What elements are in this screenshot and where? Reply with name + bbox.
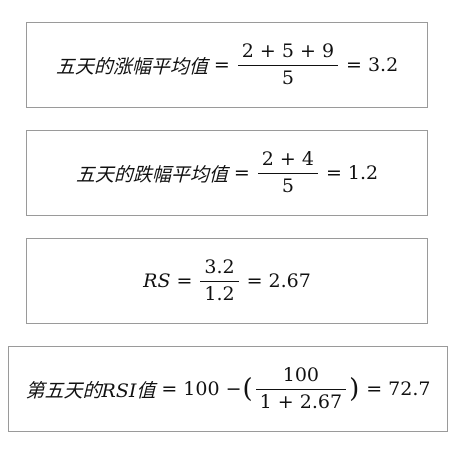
formula-rsi: 第五天的RSI值 = 100 − ( 100 1 + 2.67 ) = 72.7 [25,363,431,414]
fraction: 100 1 + 2.67 [255,363,347,414]
equals-sign: = [325,162,342,184]
equals-sign: = [246,270,263,292]
formula-label: 五天的涨幅平均值 [55,55,208,78]
formula-box-loss-average: 五天的跌幅平均值 = 2 + 4 5 = 1.2 [26,130,428,216]
formula-label: 第五天的RSI值 [25,379,156,402]
formula-gain-average: 五天的涨幅平均值 = 2 + 5 + 9 5 = 3.2 [55,39,399,90]
fraction: 3.2 1.2 [200,255,239,306]
open-parenthesis: ( [242,374,253,404]
equals-sign: = [346,54,362,76]
formula-box-rs: RS = 3.2 1.2 = 2.67 [26,238,428,324]
formula-label: 五天的跌幅平均值 [75,163,228,186]
fraction-denominator: 1.2 [200,280,239,306]
equals-sign: = [161,378,178,400]
fraction: 2 + 5 + 9 5 [237,39,339,90]
fraction-numerator: 100 [282,363,319,386]
fraction-denominator: 1 + 2.67 [255,388,347,414]
equals-sign: = [176,270,193,292]
fraction: 2 + 4 5 [257,147,318,198]
equals-sign: = [213,54,230,76]
formula-rs: RS = 3.2 1.2 = 2.67 [143,255,311,306]
formula-box-gain-average: 五天的涨幅平均值 = 2 + 5 + 9 5 = 3.2 [26,22,428,108]
formula-result: 1.2 [347,162,379,184]
close-parenthesis: ) [349,374,360,404]
formula-result: 72.7 [388,378,431,400]
formula-result: 3.2 [367,54,399,76]
fraction-denominator: 5 [257,172,318,198]
equals-sign: = [233,162,250,184]
fraction-denominator: 5 [237,64,339,90]
equals-sign: = [366,378,383,400]
formula-prefix: 100 − [183,378,242,400]
formula-label: RS [143,270,171,292]
fraction-numerator: 2 + 5 + 9 [241,39,335,62]
formula-loss-average: 五天的跌幅平均值 = 2 + 4 5 = 1.2 [75,147,379,198]
formula-result: 2.67 [268,270,311,292]
fraction-numerator: 2 + 4 [261,147,314,170]
formula-box-rsi: 第五天的RSI值 = 100 − ( 100 1 + 2.67 ) = 72.7 [8,346,448,432]
fraction-numerator: 3.2 [204,255,235,278]
